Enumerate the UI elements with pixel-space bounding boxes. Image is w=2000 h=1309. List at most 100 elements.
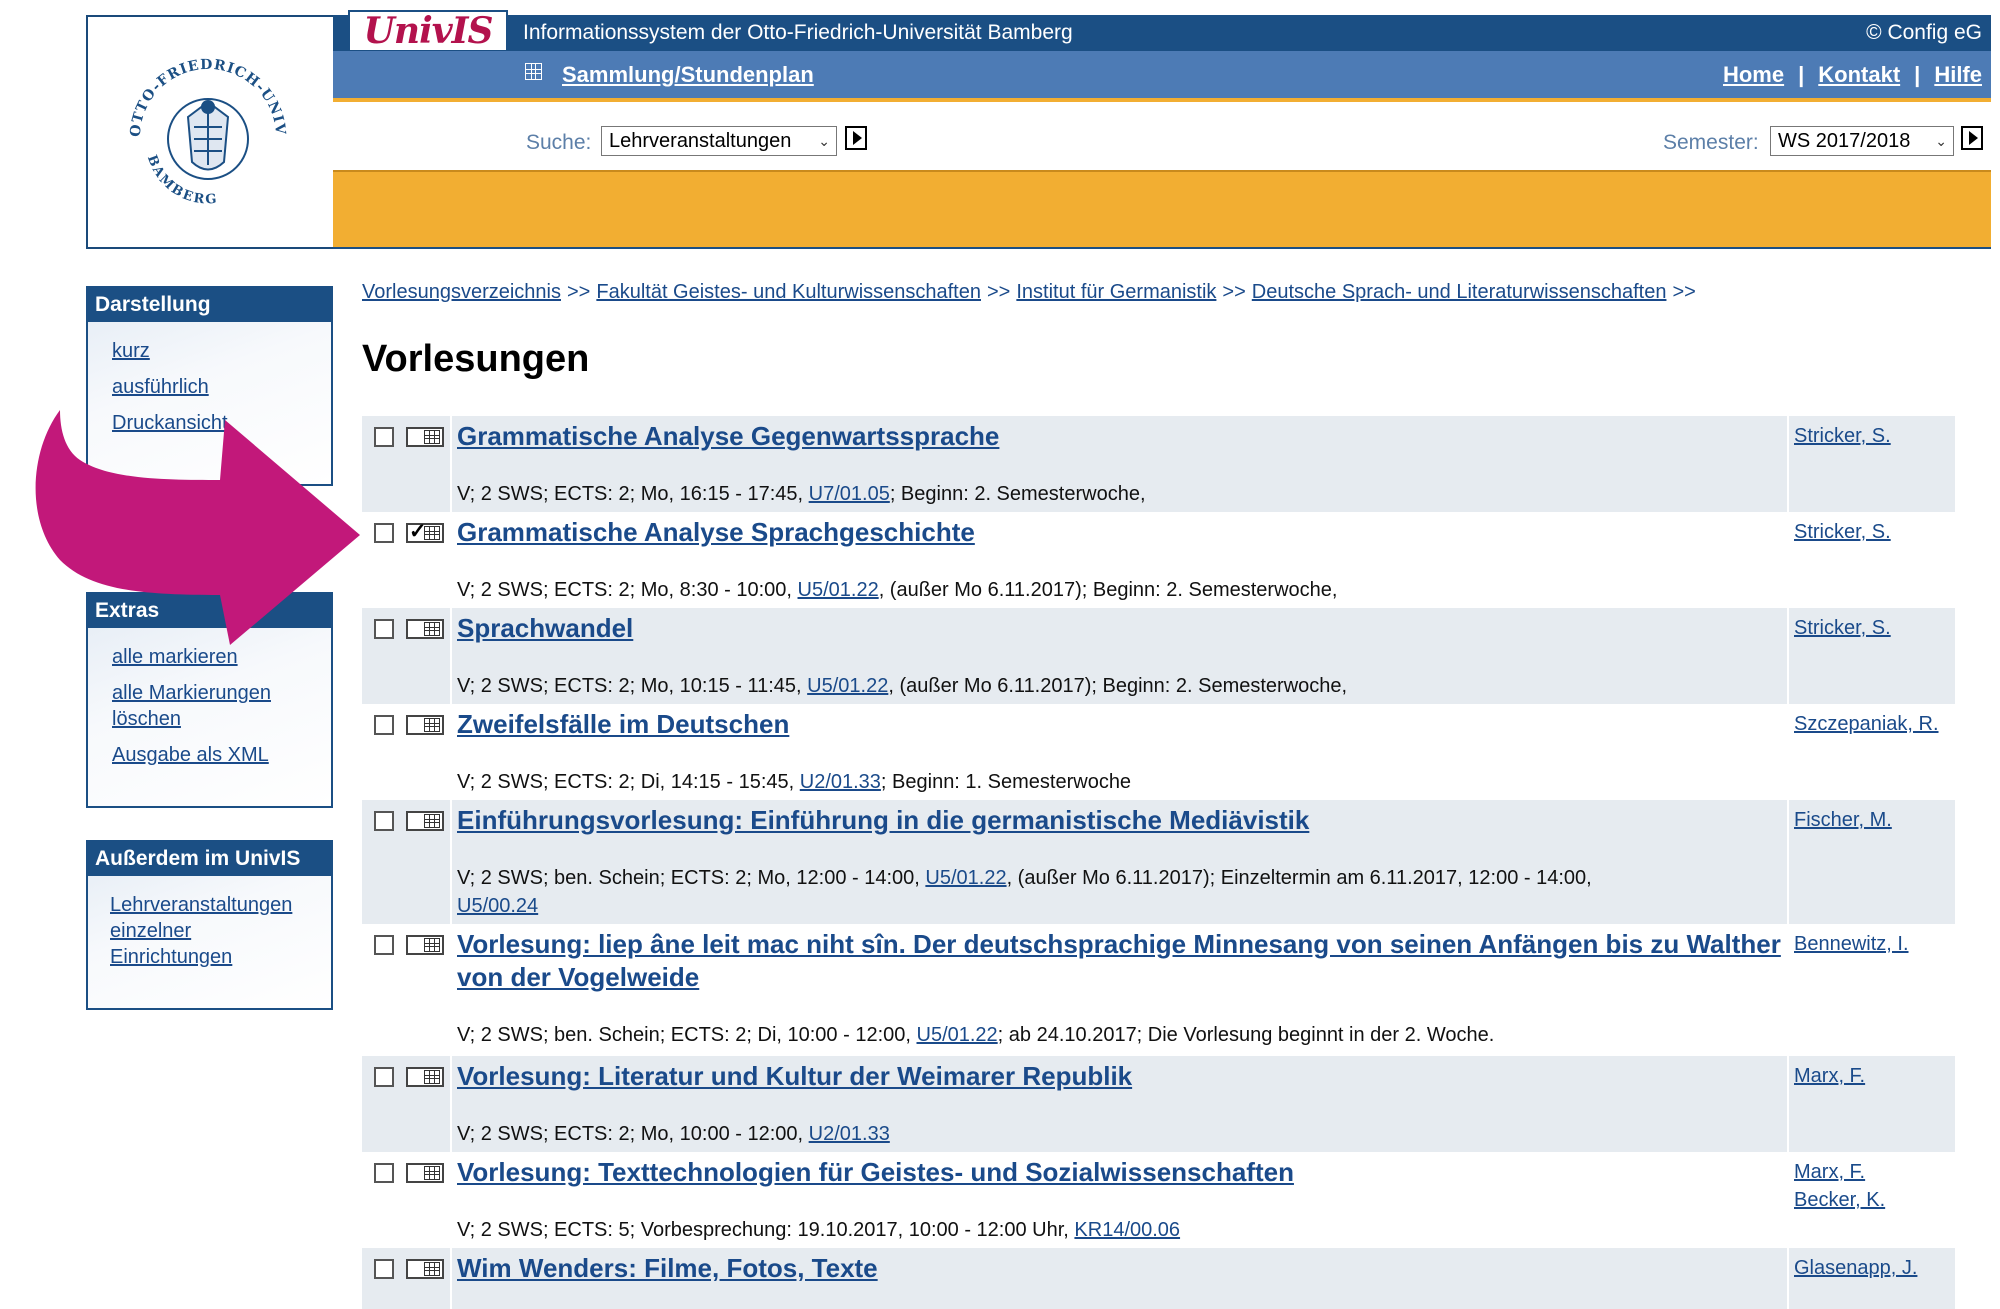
lecturer-link[interactable]: Marx, F. (1794, 1158, 1865, 1186)
course-info-text: V; 2 SWS; ECTS: 2; Di, 14:15 - 15:45, (457, 771, 795, 793)
course-checkbox[interactable] (374, 619, 394, 639)
course-title[interactable]: Vorlesung: liep âne leit mac niht sîn. D… (457, 928, 1787, 994)
add-to-timetable-button[interactable] (406, 935, 444, 955)
add-to-timetable-button[interactable] (406, 811, 444, 831)
breadcrumb-item[interactable]: Fakultät Geistes- und Kulturwissenschaft… (596, 281, 981, 303)
breadcrumb-separator: >> (567, 281, 591, 303)
add-to-timetable-button[interactable] (406, 715, 444, 735)
course-row: Sprachwandel V; 2 SWS; ECTS: 2; Mo, 10:1… (362, 608, 1955, 704)
lecturer-link[interactable]: Marx, F. (1794, 1062, 1865, 1090)
home-link[interactable]: Home (1723, 62, 1784, 87)
course-title[interactable]: Grammatische Analyse Gegenwartssprache (457, 420, 999, 453)
course-info-text: , (außer Mo 6.11.2017); Beginn: 2. Semes… (878, 579, 1338, 601)
course-checkbox[interactable] (374, 935, 394, 955)
sammlung-stundenplan-link[interactable]: Sammlung/Stundenplan (562, 62, 814, 88)
course-info-text: , (außer Mo 6.11.2017); Einzeltermin am … (1006, 867, 1592, 889)
room-link[interactable]: U7/01.05 (809, 483, 890, 505)
sidebar-item-lehrveranstaltungen-einrichtungen[interactable]: Lehrveranstaltungen einzelner Einrichtun… (110, 894, 292, 968)
course-info-text: ; ab 24.10.2017; Die Vorlesung beginnt i… (997, 1024, 1495, 1046)
course-checkbox[interactable] (374, 523, 394, 543)
course-title[interactable]: Einführungsvorlesung: Einführung in die … (457, 804, 1309, 837)
search-label: Suche: (526, 131, 592, 154)
breadcrumb-item[interactable]: Vorlesungsverzeichnis (362, 281, 561, 303)
hilfe-link[interactable]: Hilfe (1934, 62, 1982, 87)
grid-icon (424, 622, 440, 636)
column-divider (450, 1248, 452, 1309)
sidebar-item-markierungen-loeschen[interactable]: alle Markierungen löschen (112, 682, 271, 730)
breadcrumb: Vorlesungsverzeichnis >> Fakultät Geistes-… (362, 281, 1702, 304)
column-divider (450, 416, 452, 512)
lecturer-link[interactable]: Stricker, S. (1794, 518, 1891, 546)
room-link[interactable]: U2/01.33 (809, 1123, 890, 1145)
annotation-arrow-icon (35, 410, 360, 645)
lecturer-link[interactable]: Szczepaniak, R. (1794, 710, 1939, 738)
sidebar-item-ausgabe-xml[interactable]: Ausgabe als XML (112, 744, 269, 766)
room-link[interactable]: U5/01.22 (798, 579, 879, 601)
lecturer-link[interactable]: Fischer, M. (1794, 806, 1892, 834)
course-checkbox[interactable] (374, 715, 394, 735)
semester-label: Semester: (1663, 131, 1759, 154)
course-checkbox[interactable] (374, 1163, 394, 1183)
room-link[interactable]: U5/01.22 (807, 675, 888, 697)
grid-icon (424, 938, 440, 952)
breadcrumb-item[interactable]: Institut für Germanistik (1016, 281, 1216, 303)
course-title[interactable]: Vorlesung: Literatur und Kultur der Weim… (457, 1060, 1132, 1093)
course-info: V; 2 SWS; ECTS: 5; Vorbesprechung: 19.10… (457, 1216, 1777, 1244)
remove-from-timetable-button[interactable]: ✓ (406, 520, 444, 543)
course-title[interactable]: Grammatische Analyse Sprachgeschichte (457, 516, 975, 549)
sidebar-item-kurz[interactable]: kurz (112, 340, 150, 362)
link-separator: | (1798, 62, 1805, 87)
add-to-timetable-button[interactable] (406, 1259, 444, 1279)
column-divider (450, 800, 452, 924)
course-checkbox[interactable] (374, 427, 394, 447)
orange-banner (333, 172, 1991, 249)
sidebar-ausserdem-title: Außerdem im UnivIS (88, 842, 331, 876)
course-row: Vorlesung: liep âne leit mac niht sîn. D… (362, 924, 1955, 1056)
add-to-timetable-button[interactable] (406, 427, 444, 447)
semester-select[interactable]: WS 2017/2018 ⌄ (1770, 126, 1954, 156)
course-info-text: V; 2 SWS; ECTS: 5; Vorbesprechung: 19.10… (457, 1219, 1069, 1241)
add-to-timetable-button[interactable] (406, 1067, 444, 1087)
lecturer-link[interactable]: Glasenapp, J. (1794, 1254, 1917, 1282)
search-select[interactable]: Lehrveranstaltungen ⌄ (601, 126, 837, 156)
course-title[interactable]: Sprachwandel (457, 612, 633, 645)
add-to-timetable-button[interactable] (406, 1163, 444, 1183)
course-info-text: V; 2 SWS; ben. Schein; ECTS: 2; Di, 10:0… (457, 1024, 911, 1046)
course-info: V; 2 SWS; ECTS: 2; Mo, 10:15 - 11:45, U5… (457, 672, 1777, 700)
kontakt-link[interactable]: Kontakt (1818, 62, 1900, 87)
lecturer-link[interactable]: Bennewitz, I. (1794, 930, 1909, 958)
course-info-text: ; Beginn: 2. Semesterwoche, (889, 483, 1146, 505)
chevron-down-icon: ⌄ (1935, 133, 1947, 149)
course-title[interactable]: Wim Wenders: Filme, Fotos, Texte (457, 1252, 878, 1285)
grid-icon (424, 1070, 440, 1084)
room-link[interactable]: U5/00.24 (457, 895, 538, 917)
room-link[interactable]: U5/01.22 (917, 1024, 998, 1046)
course-title[interactable]: Vorlesung: Texttechnologien für Geistes-… (457, 1156, 1294, 1189)
sidebar-item-ausfuehrlich[interactable]: ausführlich (112, 376, 209, 398)
room-link[interactable]: U5/01.22 (925, 867, 1006, 889)
room-link[interactable]: U2/01.33 (800, 771, 881, 793)
course-checkbox[interactable] (374, 1259, 394, 1279)
breadcrumb-item[interactable]: Deutsche Sprach- und Literaturwissenscha… (1252, 281, 1667, 303)
course-info-text: V; 2 SWS; ECTS: 2; Mo, 10:15 - 11:45, (457, 675, 802, 697)
add-to-timetable-button[interactable] (406, 619, 444, 639)
room-link[interactable]: KR14/00.06 (1074, 1219, 1180, 1241)
course-info: V; 2 SWS; ben. Schein; ECTS: 2; Mo, 12:0… (457, 864, 1777, 920)
course-checkbox[interactable] (374, 1067, 394, 1087)
lecturer-link[interactable]: Stricker, S. (1794, 422, 1891, 450)
semester-go-button[interactable] (1961, 126, 1983, 150)
lecturer-link[interactable]: Becker, K. (1794, 1186, 1885, 1214)
course-checkbox[interactable] (374, 811, 394, 831)
search-go-button[interactable] (845, 126, 867, 150)
chevron-down-icon: ⌄ (818, 133, 830, 149)
course-title[interactable]: Zweifelsfälle im Deutschen (457, 708, 789, 741)
search-select-value: Lehrveranstaltungen (609, 130, 792, 152)
univis-logo[interactable]: UnivIS (348, 10, 508, 52)
university-logo-box: OTTO-FRIEDRICH-UNIVERSITÄT BAMBERG (86, 15, 333, 249)
lecturer-link[interactable]: Stricker, S. (1794, 614, 1891, 642)
grid-icon (424, 814, 440, 828)
course-info-text: V; 2 SWS; ben. Schein; ECTS: 2; Mo, 12:0… (457, 867, 920, 889)
system-title: Informationssystem der Otto-Friedrich-Un… (523, 21, 1073, 44)
grid-icon (424, 718, 440, 732)
sidebar-ausserdem: Außerdem im UnivIS Lehrveranstaltungen e… (86, 840, 333, 1010)
